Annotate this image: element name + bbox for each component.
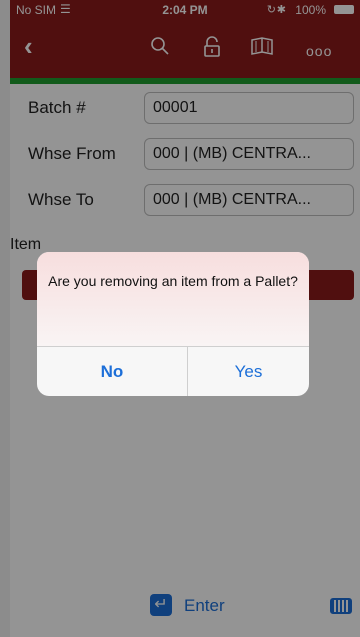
yes-button[interactable]: Yes xyxy=(188,347,309,396)
confirm-dialog: Are you removing an item from a Pallet? … xyxy=(37,252,309,396)
dialog-message: Are you removing an item from a Pallet? xyxy=(48,273,298,289)
no-button[interactable]: No xyxy=(37,347,187,396)
dialog-body xyxy=(37,252,309,346)
